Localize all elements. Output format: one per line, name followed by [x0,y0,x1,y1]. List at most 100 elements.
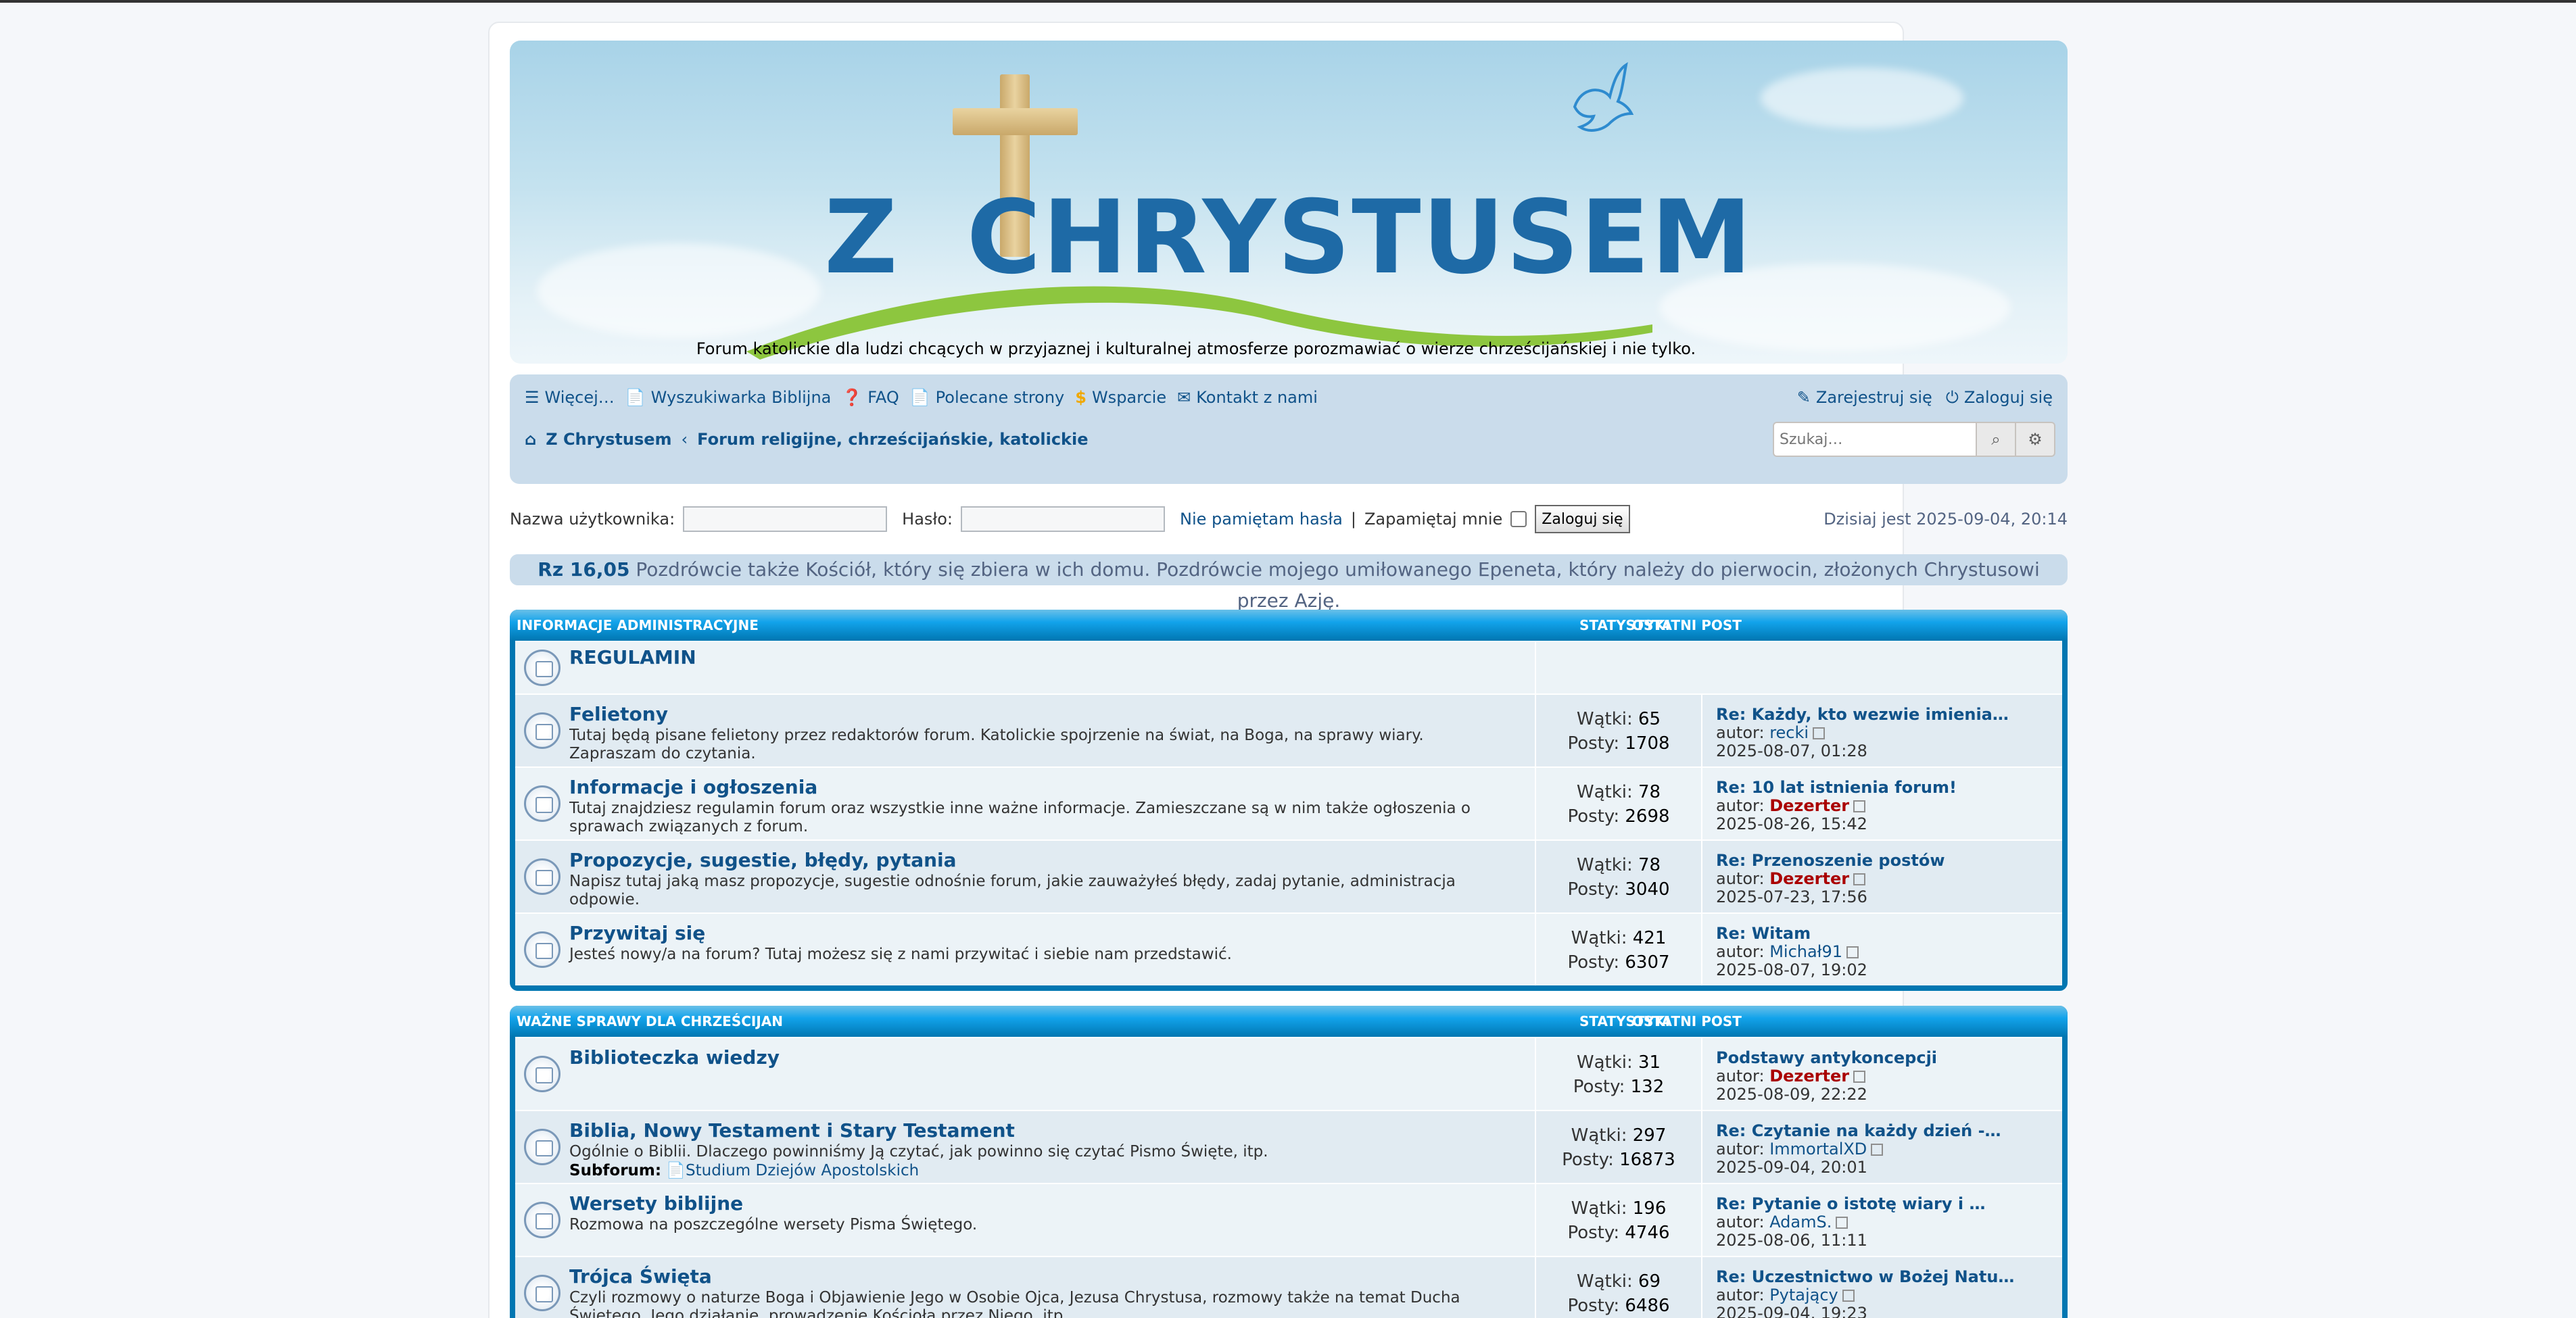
last-post-author[interactable]: Dezerter [1769,796,1849,815]
forum-icon [515,642,569,693]
view-post-icon[interactable] [1871,1144,1884,1156]
forum-description: Tutaj będą pisane felietony przez redakt… [569,727,1424,762]
forum-stats: Wątki: 31 Posty: 132 [1536,1038,1702,1110]
search-input[interactable] [1773,422,1977,457]
forum-title[interactable]: Felietony [569,703,1535,725]
topics-count: 78 [1638,782,1661,802]
topics-count: 69 [1638,1271,1661,1292]
forum-title[interactable]: Przywitaj się [569,922,1535,944]
recommended-pages-link[interactable]: 📄 Polecane strony [910,388,1064,407]
forum-title[interactable]: Informacje i ogłoszenia [569,776,1535,798]
site-logo[interactable]: Z CHRYSTUSEM [510,179,2068,297]
topics-count: 31 [1638,1052,1661,1073]
last-post: Re: Przenoszenie postów autor: Dezerter 20… [1702,841,1945,912]
more-menu[interactable]: ☰ Więcej… [525,388,615,407]
last-post-author[interactable]: Dezerter [1769,869,1849,888]
edit-icon: ✎ [1796,388,1811,407]
last-post-date: 2025-08-07, 19:02 [1716,960,1867,979]
forum-title[interactable]: Biblioteczka wiedzy [569,1046,1535,1069]
last-post-title[interactable]: Re: Czytanie na każdy dzień -… [1716,1122,2001,1140]
site-header[interactable]: Z CHRYSTUSEM [510,41,2068,364]
question-icon: ❓ [842,388,863,407]
forum-icon [515,914,569,985]
last-post-author[interactable]: ImmortalXD [1769,1140,1867,1158]
topics-label: Wątki: [1571,1198,1627,1219]
view-post-icon[interactable] [1813,727,1826,739]
forum-row: Biblia, Nowy Testament i Stary Testament… [515,1110,2062,1183]
last-post-title[interactable]: Re: Każdy, kto wezwie imienia… [1716,706,2009,724]
forum-description: Napisz tutaj jaką masz propozycje, suges… [569,873,1456,908]
username-label: Nazwa użytkownika: [510,510,675,529]
contact-link[interactable]: ✉ Kontakt z nami [1177,388,1318,407]
forgot-password-link[interactable]: Nie pamiętam hasła [1180,510,1343,529]
faq-link[interactable]: ❓ FAQ [842,388,899,407]
dollar-icon: $ [1075,388,1087,407]
last-post: Re: 10 lat istnienia forum! autor: Dezert… [1702,768,1957,839]
category-admin: INFORMACJE ADMINISTRACYJNE STATYSTYKI OS… [510,610,2068,991]
forum-title[interactable]: Propozycje, sugestie, błędy, pytania [569,849,1535,871]
forum-row: Przywitaj się Jesteś nowy/a na forum? Tut… [515,912,2062,985]
category-header: INFORMACJE ADMINISTRACYJNE STATYSTYKI OS… [510,610,2068,641]
remember-checkbox[interactable] [1510,511,1527,527]
last-post-title[interactable]: Re: Witam [1716,925,1867,943]
author-label: autor: [1716,869,1765,888]
last-post-author[interactable]: Dezerter [1769,1067,1849,1085]
dove-icon [1573,62,1634,132]
last-post-date: 2025-09-04, 20:01 [1716,1158,1867,1177]
forum-title[interactable]: Wersety biblijne [569,1192,1535,1215]
view-post-icon[interactable] [1842,1290,1855,1302]
posts-count: 4746 [1625,1223,1670,1243]
forum-title[interactable]: Biblia, Nowy Testament i Stary Testament [569,1119,1535,1142]
login-button[interactable]: Zaloguj się [1535,505,1630,533]
forum-icon [515,1257,569,1318]
view-post-icon[interactable] [1853,1071,1866,1083]
last-post-title[interactable]: Podstawy antykoncepcji [1716,1049,1937,1067]
posts-label: Posty: [1567,733,1620,754]
forum-description: Ogólnie o Biblii. Dlaczego powinniśmy Ją… [569,1143,1268,1161]
forum-icon [515,1184,569,1256]
category-title[interactable]: INFORMACJE ADMINISTRACYJNE [517,617,759,633]
posts-label: Posty: [1562,1150,1614,1170]
subforum-link[interactable]: Studium Dziejów Apostolskich [686,1162,919,1179]
subforum-list: Subforum: 📄Studium Dziejów Apostolskich [569,1161,1535,1179]
view-post-icon[interactable] [1836,1217,1848,1229]
view-post-icon[interactable] [1853,873,1866,885]
last-post: Re: Uczestnictwo w Bożej Natu… autor: Pyt… [1702,1257,2014,1318]
support-link[interactable]: $ Wsparcie [1075,388,1166,407]
view-post-icon[interactable] [1846,946,1859,958]
password-field[interactable] [961,506,1166,532]
advanced-search-button[interactable]: ⚙ [2016,422,2055,457]
forum-title[interactable]: REGULAMIN [569,646,1535,668]
login-label: Zaloguj się [1963,388,2053,407]
last-post-header: OSTATNI POST [1632,617,1742,633]
last-post-title[interactable]: Re: 10 lat istnienia forum! [1716,779,1957,797]
breadcrumb-home[interactable]: Z Chrystusem [546,430,671,449]
forum-title[interactable]: Trójca Święta [569,1265,1535,1288]
last-post-author[interactable]: recki [1769,723,1809,742]
remember-label: Zapamiętaj mnie [1364,510,1503,529]
view-post-icon[interactable] [1853,800,1866,812]
verse-reference: Rz 16,05 [538,558,630,581]
forum-row: Informacje i ogłoszenia Tutaj znajdziesz … [515,766,2062,839]
category-title[interactable]: WAŻNE SPRAWY DLA CHRZEŚCIJAN [517,1013,783,1029]
search-button[interactable]: ⌕ [1977,422,2016,457]
posts-count: 1708 [1625,733,1670,754]
forum-row: Propozycje, sugestie, błędy, pytania Napi… [515,839,2062,912]
last-post-author[interactable]: Pytający [1769,1286,1838,1304]
login-link[interactable]: ⏻ Zaloguj się [1946,388,2053,407]
topics-label: Wątki: [1576,855,1633,875]
last-post-author[interactable]: Michał91 [1769,942,1842,961]
username-field[interactable] [683,506,888,532]
last-post-title[interactable]: Re: Przenoszenie postów [1716,852,1945,870]
last-post-author[interactable]: AdamS. [1769,1213,1832,1231]
separator: | [1350,510,1356,529]
author-label: autor: [1716,796,1765,815]
register-link[interactable]: ✎ Zarejestruj się [1797,388,1932,407]
contact-label: Kontakt z nami [1196,388,1318,407]
breadcrumb-forum[interactable]: Forum religijne, chrześcijańskie, katoli… [697,430,1088,449]
bible-search-link[interactable]: 📄 Wyszukiwarka Biblijna [625,388,832,407]
last-post-title[interactable]: Re: Pytanie o istotę wiary i … [1716,1195,1985,1213]
forum-stats: Wątki: 65 Posty: 1708 [1536,695,1702,766]
last-post-title[interactable]: Re: Uczestnictwo w Bożej Natu… [1716,1268,2014,1286]
forum-stats: Wątki: 69 Posty: 6486 [1536,1257,1702,1318]
